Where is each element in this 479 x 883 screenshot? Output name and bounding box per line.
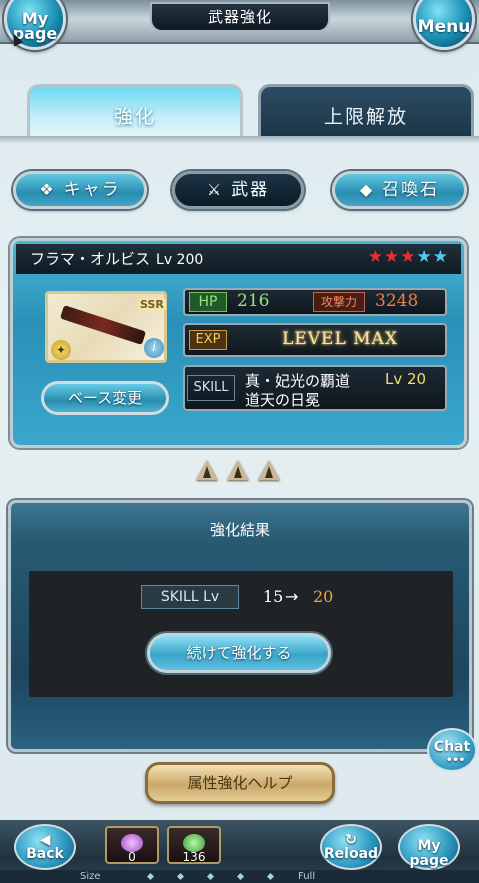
back-label: Back (26, 846, 64, 862)
arrow-up-icon (258, 460, 280, 480)
weapon-header: フラマ・オルビス Lv 200 ★★★★★ (16, 244, 461, 274)
skill-lv-to: 20 (313, 587, 334, 606)
info-icon[interactable]: i (144, 338, 164, 358)
menu-button[interactable]: Menu (413, 0, 475, 50)
result-content: SKILL Lv 15 → 20 続けて強化する (29, 571, 453, 697)
size-dot-icon[interactable] (266, 872, 275, 881)
full-label: Full (298, 871, 316, 882)
item-slot[interactable]: 0 (105, 826, 159, 864)
star-red-icon: ★ (367, 247, 384, 267)
size-dot-icon[interactable] (146, 872, 155, 881)
menu-label: Menu (417, 17, 471, 37)
element-enhance-help-button[interactable]: 属性強化ヘルプ (145, 762, 335, 804)
weapon-level: Lv 200 (156, 252, 204, 268)
item-slot[interactable]: 136 (167, 826, 221, 864)
result-panel: 強化結果 SKILL Lv 15 → 20 続けて強化する (8, 500, 472, 752)
exp-row: EXP LEVEL MAX (183, 323, 447, 357)
skill-name-line1: 真・妃光の覇道 (245, 372, 351, 390)
star-blue-icon: ★ (432, 247, 449, 267)
weapon-panel: フラマ・オルビス Lv 200 ★★★★★ SSR ✦ i ベース変更 HP 21… (10, 238, 467, 448)
item-count: 136 (182, 850, 206, 864)
star-blue-icon: ★ (416, 247, 433, 267)
element-light-icon: ✦ (51, 340, 71, 360)
weapon-name-text: フラマ・オルビス (30, 250, 151, 268)
app-screen: 武器強化 My page Menu 強化 上限解放 ❖ キャラ ⚔ 武器 ◆ 召喚石 … (0, 0, 479, 883)
size-dot-icon[interactable] (206, 872, 215, 881)
rarity-stars: ★★★★★ (368, 247, 449, 267)
category-summon-button[interactable]: ◆ 召喚石 (332, 171, 467, 209)
chat-button[interactable]: Chat ••• (427, 728, 477, 772)
skill-row: SKILL 真・妃光の覇道 道天の日冕 Lv 20 (183, 365, 447, 411)
weapon-name: フラマ・オルビス Lv 200 (30, 248, 203, 269)
category-weapon-label: 武器 (231, 180, 270, 200)
exp-label: EXP (189, 330, 227, 350)
tab-divider (0, 136, 479, 143)
star-red-icon: ★ (384, 247, 401, 267)
arrow-up-icon (196, 460, 218, 480)
category-weapon-button[interactable]: ⚔ 武器 (172, 171, 304, 209)
size-dot-icon[interactable] (176, 872, 185, 881)
skill-level: Lv 20 (385, 370, 427, 388)
weapon-icon: ⚔ (206, 180, 224, 199)
header-bar: 武器強化 (0, 0, 479, 44)
item-count: 0 (128, 850, 136, 864)
size-bar[interactable]: Size Full (0, 870, 479, 883)
skill-name-line2: 道天の日冕 (245, 391, 321, 409)
exp-value: LEVEL MAX (282, 329, 398, 349)
stats-row: HP 216 攻撃力 3248 (183, 288, 447, 316)
result-title: 強化結果 (209, 521, 270, 539)
category-chara-label: キャラ (63, 180, 121, 200)
star-red-icon: ★ (400, 247, 417, 267)
page-title: 武器強化 (150, 2, 330, 32)
tab-limit-break[interactable]: 上限解放 (258, 84, 474, 138)
tab-enhance[interactable]: 強化 (27, 84, 243, 138)
hp-value: 216 (237, 291, 270, 311)
weapon-image (59, 305, 147, 345)
skill-label: SKILL (187, 375, 235, 401)
summon-stone-icon: ◆ (359, 180, 375, 199)
size-label: Size (80, 871, 101, 882)
category-summon-label: 召喚石 (382, 180, 440, 200)
back-button[interactable]: ◀ Back (14, 824, 76, 870)
reload-icon: ↻ (345, 832, 357, 848)
continue-enhance-button[interactable]: 続けて強化する (147, 633, 331, 673)
back-arrow-icon: ◀ (39, 832, 51, 848)
arrow-up-icon (227, 460, 249, 480)
reload-button[interactable]: ↻ Reload (320, 824, 382, 870)
skill-lv-from: 15 (263, 587, 284, 606)
rarity-badge: SSR (138, 298, 166, 311)
base-change-button[interactable]: ベース変更 (41, 381, 169, 415)
weapon-thumbnail[interactable]: SSR ✦ i (45, 291, 167, 363)
chat-label: Chat (433, 739, 471, 755)
hp-label: HP (189, 292, 227, 312)
mypage-bottom-label: My page (409, 838, 449, 869)
atk-label: 攻撃力 (313, 292, 365, 312)
skill-lv-label: SKILL Lv (141, 585, 239, 609)
reload-label: Reload (323, 846, 379, 862)
arrow-right-icon: → (285, 587, 299, 606)
chara-icon: ❖ (39, 180, 56, 199)
size-dot-icon[interactable] (236, 872, 245, 881)
mypage-bottom-button[interactable]: My page (398, 824, 460, 870)
atk-value: 3248 (375, 291, 419, 311)
ellipsis-icon: ••• (446, 755, 466, 766)
category-chara-button[interactable]: ❖ キャラ (13, 171, 147, 209)
